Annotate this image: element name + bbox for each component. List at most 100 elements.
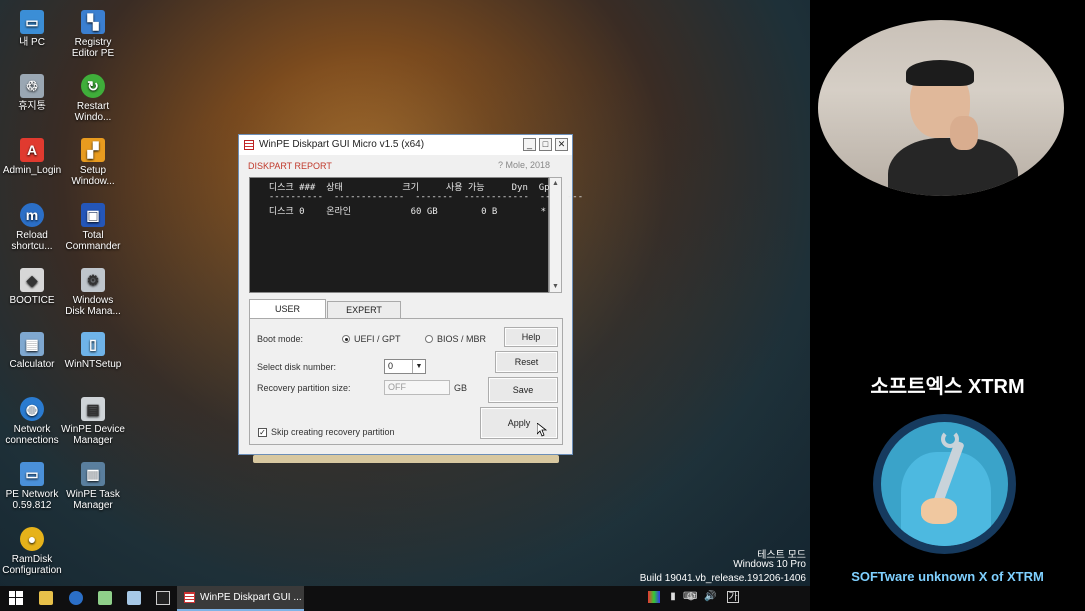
desktop-icon-network-connections[interactable]: ◍ Network connections [0,397,64,446]
skip-recovery-label[interactable]: Skip creating recovery partition [271,427,395,437]
desktop-icon-label: PE Network 0.59.812 [5,489,59,511]
skip-recovery-checkbox[interactable]: ✓ [258,428,267,437]
floppy-disk-icon: ▣ [81,203,105,227]
desktop-icon-recycle-bin[interactable]: ♲ 휴지통 [0,74,64,112]
desktop-icon-restart-windows[interactable]: ↻ Restart Windo... [61,74,125,123]
usb-eject-icon[interactable]: ▮ [667,591,679,603]
uefi-radio[interactable] [342,335,350,343]
setup-windows-icon: ▞ [81,138,105,162]
tab-expert[interactable]: EXPERT [327,301,401,318]
file-explorer-icon[interactable] [39,591,53,605]
desktop-icon-ramdisk[interactable]: ● RamDisk Configuration [0,527,64,576]
reset-button[interactable]: Reset [495,351,558,373]
bootice-icon: ◆ [20,268,44,292]
desktop-icon-task-manager[interactable]: ▥ WinPE Task Manager [61,462,125,511]
xtrm-logo [873,414,1016,554]
logo-mechanic-icon [881,422,1008,546]
restart-icon: ↻ [81,74,105,98]
scroll-up-icon[interactable]: ▲ [550,178,561,189]
desktop-icon-label: BOOTICE [9,295,55,306]
reload-icon: m [20,203,44,227]
console-line: ---------- ------------- ------- -------… [258,192,584,202]
desktop-icon-admin-login[interactable]: A Admin_Login [0,138,64,176]
desktop-icon-label: WinPE Task Manager [66,489,120,511]
save-button[interactable]: Save [488,377,558,403]
taskbar: WinPE Diskpart GUI ... ▮ ⌨ ◍ 🔊 가 [0,586,810,611]
maximize-button[interactable]: □ [539,138,552,151]
desktop-icon-registry-editor[interactable]: ▚ Registry Editor PE [61,10,125,59]
network-globe-icon: ◍ [20,397,44,421]
window-title: WinPE Diskpart GUI Micro v1.5 (x64) [259,139,425,150]
network-icon[interactable]: ◍ [685,591,697,603]
recovery-size-input[interactable]: OFF [384,380,450,395]
desktop-icon-label: Reload shortcu... [11,230,53,252]
diskpart-gui-window: WinPE Diskpart GUI Micro v1.5 (x64) _ □ … [238,134,584,455]
desktop-icon-pe-network[interactable]: ▭ PE Network 0.59.812 [0,462,64,511]
desktop-icon-bootice[interactable]: ◆ BOOTICE [0,268,64,306]
desktop-icon-setup-windows[interactable]: ▞ Setup Window... [61,138,125,187]
desktop-icon-label: 내 PC [19,37,45,48]
recycle-bin-icon: ♲ [20,74,44,98]
diskpart-report-console[interactable]: 디스크 ### 상태 크기 사용 가능 Dyn Gpt ---------- -… [249,177,584,293]
minimize-button[interactable]: _ [523,138,536,151]
command-prompt-icon[interactable] [156,591,170,605]
mouse-cursor-icon [537,423,547,437]
task-manager-icon: ▥ [81,462,105,486]
desktop-icon-label: WinNTSetup [64,359,122,370]
start-windows-icon[interactable] [9,591,23,605]
input-method-icon[interactable]: 가 [727,591,739,603]
close-button[interactable]: ✕ [555,138,568,151]
desktop-icon-calculator[interactable]: ▦ Calculator [0,332,64,370]
desktop-icon-label: Windows Disk Mana... [65,295,121,317]
desktop-icon-label: Admin_Login [2,165,62,176]
app-icon [244,140,254,150]
calculator-icon: ▦ [20,332,44,356]
help-button[interactable]: Help [504,327,558,347]
desktop-icon-label: Registry Editor PE [71,37,115,59]
pe-network-icon: ▭ [20,462,44,486]
bios-label[interactable]: BIOS / MBR [437,334,486,344]
notepad-icon[interactable] [98,591,112,605]
desktop-icon-label: RamDisk Configuration [2,554,62,576]
recovery-unit-label: GB [454,383,468,393]
desktop-icon-my-pc[interactable]: ▭ 내 PC [0,10,64,48]
desktop-icon-total-commander[interactable]: ▣ Total Commander [61,203,125,252]
diskpart-report-label: DISKPART REPORT [248,161,332,171]
console-line: 디스크 ### 상태 크기 사용 가능 Dyn Gpt [258,183,555,193]
reload-taskbar-icon[interactable] [69,591,83,605]
tab-user[interactable]: USER [249,299,326,318]
webcam-feed [818,20,1064,196]
console-scrollbar[interactable]: ▲ ▼ [549,177,562,293]
window-titlebar[interactable]: WinPE Diskpart GUI Micro v1.5 (x64) _ □ … [239,135,572,155]
desktop-icon-label: Restart Windo... [74,101,112,123]
stream-overlay-panel: 소프트엑스 XTRM SOFTware unknown X of XTRM [810,0,1085,611]
scroll-down-icon[interactable]: ▼ [550,281,561,292]
window-shadow [253,455,559,463]
uefi-label[interactable]: UEFI / GPT [354,334,401,344]
watermark-edition: Windows 10 Pro [733,559,806,570]
chevron-down-icon[interactable]: ▼ [412,360,425,373]
document-icon[interactable] [127,591,141,605]
desktop-icon-label: Network connections [5,424,59,446]
volume-icon[interactable]: 🔊 [704,591,716,603]
boot-mode-label: Boot mode: [257,334,304,344]
bios-radio[interactable] [425,335,433,343]
disk-management-icon: ⚙ [81,268,105,292]
device-manager-icon: ▤ [81,397,105,421]
desktop-icon-device-manager[interactable]: ▤ WinPE Device Manager [61,397,125,446]
console-line: 디스크 0 온라인 60 GB 0 B * [258,207,547,217]
desktop-icon-reload-shortcuts[interactable]: m Reload shortcu... [0,203,64,252]
color-settings-icon[interactable] [648,591,660,603]
desktop-icon-winntsetup[interactable]: ▯ WinNTSetup [61,332,125,370]
brand-subtitle: SOFTware unknown X of XTRM [851,569,1044,584]
brand-title: 소프트엑스 XTRM [870,376,1025,398]
taskbar-app-icon [184,592,195,603]
winntsetup-icon: ▯ [81,332,105,356]
taskbar-item-diskpart-gui[interactable]: WinPE Diskpart GUI ... [177,586,304,611]
desktop-icon-disk-management[interactable]: ⚙ Windows Disk Mana... [61,268,125,317]
desktop-icon-label: WinPE Device Manager [61,424,125,446]
disk-number-select[interactable]: 0 ▼ [384,359,426,374]
watermark-build: Build 19041.vb_release.191206-1406 [639,573,806,584]
computer-icon: ▭ [20,10,44,34]
desktop-icon-label: Setup Window... [71,165,115,187]
